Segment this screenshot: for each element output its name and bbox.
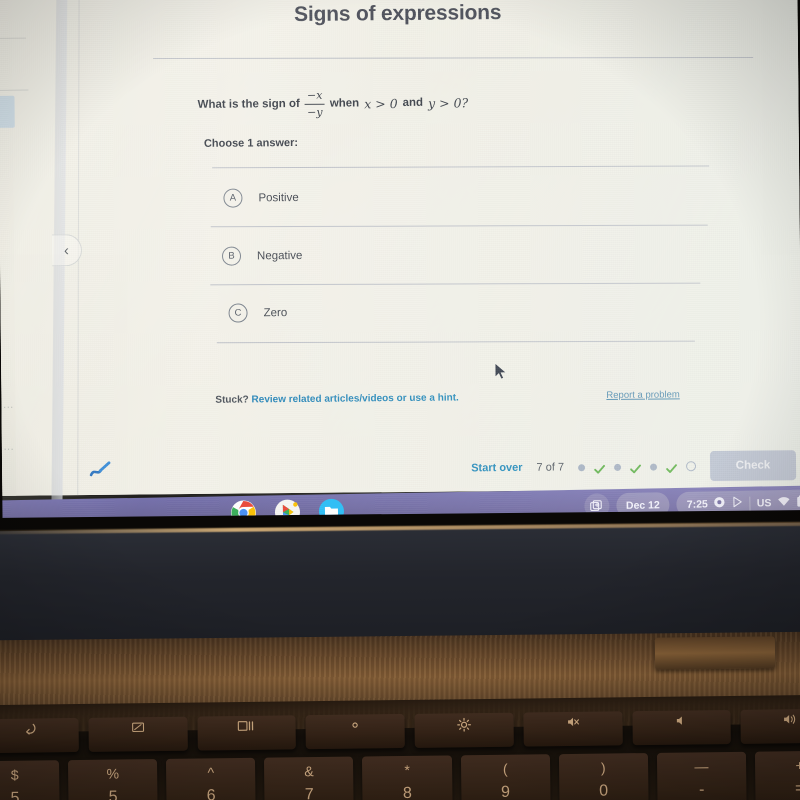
start-over-button[interactable]: Start over (471, 462, 522, 474)
key-6-symbol: ^ (207, 764, 215, 781)
fraction-bar (304, 103, 325, 105)
sync-icon (714, 496, 726, 511)
mouse-cursor (494, 362, 508, 382)
condition-two: y > 0? (427, 94, 469, 111)
check-button[interactable]: Check (709, 450, 797, 482)
battery-icon (796, 494, 800, 510)
hinge-housing (654, 636, 776, 670)
progress-check-4 (630, 461, 641, 473)
volume-up-key[interactable] (740, 708, 800, 744)
choice-letter-b: B (221, 246, 242, 266)
key-4[interactable]: $ 5 (0, 760, 60, 800)
key-0[interactable]: ) 0 (558, 753, 649, 800)
fullscreen-key[interactable] (88, 716, 188, 752)
stuck-row: Stuck? Review related articles/videos or… (215, 392, 459, 405)
choice-text-a: Positive (258, 191, 299, 204)
key-minus-number: - (698, 781, 705, 799)
fraction-denominator: −y (307, 105, 323, 119)
physical-keyboard: $ 5 % 5 ^ 6 & 7 * 8 ( 9) 0 — - + = (0, 694, 800, 800)
key-7-symbol: & (304, 763, 314, 780)
chromebook-screen: ... ... ‹ Signs of expressions What is t… (0, 0, 800, 518)
back-key[interactable] (0, 717, 79, 754)
key-7-number: 7 (304, 786, 314, 800)
number-key-row: $ 5 % 5 ^ 6 & 7 * 8 ( 9) 0 — - + = (0, 750, 800, 800)
overview-key[interactable] (196, 715, 297, 751)
choice-letter-a: A (223, 188, 243, 208)
laptop-photo: ... ... ‹ Signs of expressions What is t… (0, 0, 800, 800)
question-middle: when (329, 97, 360, 110)
question-prefix: What is the sign of (197, 98, 300, 111)
mute-key[interactable] (523, 711, 623, 747)
key-6[interactable]: ^ 6 (166, 757, 257, 800)
keyboard-layout-label: US (756, 496, 772, 510)
report-problem-link[interactable]: Report a problem (606, 389, 680, 401)
system-tray: Dec 12 7:25 US (583, 489, 800, 518)
tray-date-label: Dec 12 (625, 498, 660, 512)
key-8-number: 8 (402, 784, 412, 800)
question-prompt: What is the sign of −x −y when x > 0 and… (197, 88, 469, 119)
key-equals-number: = (795, 780, 800, 798)
sidebar-active-highlight[interactable] (0, 95, 15, 128)
stuck-label: Stuck? (215, 394, 249, 406)
choice-letter-c: C (228, 303, 248, 323)
shelf-app-icons (230, 498, 344, 518)
page-background (0, 0, 800, 496)
key-8[interactable]: * 8 (362, 755, 453, 800)
key-8-symbol: * (404, 761, 410, 779)
key-0-number: 0 (599, 782, 609, 800)
key-equals-symbol: + (795, 757, 800, 774)
tray-separator (749, 496, 751, 511)
brightness-down-key[interactable] (305, 714, 405, 750)
rail-dots-lower: ... (3, 441, 15, 452)
chevron-left-icon: ‹ (63, 241, 70, 259)
question-conjunction: and (402, 96, 424, 110)
volume-down-key[interactable] (631, 710, 732, 746)
new-desk-icon[interactable] (583, 493, 610, 518)
key-9-symbol: ( (502, 760, 508, 777)
key-7[interactable]: & 7 (264, 756, 355, 800)
tray-status-area[interactable]: 7:25 US (676, 489, 800, 518)
key-6-number: 6 (206, 787, 216, 800)
progress-dot-1 (578, 463, 586, 471)
key-equals[interactable]: + = (754, 750, 800, 800)
progress-dot-3 (614, 463, 622, 471)
files-app-icon[interactable] (318, 498, 344, 518)
play-protect-icon (732, 496, 744, 511)
answer-choice-a[interactable]: A Positive (223, 188, 299, 208)
wifi-icon (777, 495, 790, 509)
key-0-symbol: ) (600, 759, 606, 776)
tray-date[interactable]: Dec 12 (615, 492, 671, 518)
key-9-number: 9 (500, 783, 511, 800)
key-4-number: 5 (10, 789, 20, 800)
answer-choice-b[interactable]: B Negative (221, 246, 303, 266)
progress-check-6 (666, 461, 677, 473)
key-9[interactable]: ( 9 (460, 754, 551, 800)
key-5-symbol: % (106, 765, 120, 782)
choose-answer-label: Choose 1 answer: (203, 136, 299, 150)
key-5[interactable]: % 5 (68, 759, 158, 800)
key-minus-symbol: — (694, 758, 709, 775)
progress-dots (578, 461, 697, 474)
progress-open-circle-7 (686, 461, 697, 472)
tray-time-label: 7:25 (686, 497, 708, 511)
hint-link[interactable]: Review related articles/videos or use a … (251, 392, 458, 405)
progress-count-label: 7 of 7 (536, 461, 565, 474)
play-store-app-icon[interactable] (274, 499, 300, 518)
choice-text-c: Zero (263, 306, 288, 319)
answer-choice-c[interactable]: C Zero (228, 303, 287, 323)
fraction-numerator: −x (306, 88, 323, 102)
progress-dot-5 (650, 463, 658, 471)
screen-bezel (0, 522, 800, 647)
key-minus[interactable]: — - (656, 751, 747, 800)
progress-check-2 (594, 462, 605, 474)
fraction-math: −x −y (304, 88, 325, 119)
brightness-up-key[interactable] (414, 712, 514, 748)
chrome-app-icon[interactable] (230, 500, 256, 518)
browser-page: ... ... ‹ Signs of expressions What is t… (0, 0, 800, 508)
choice-text-b: Negative (256, 249, 303, 262)
key-4-symbol: $ (10, 766, 19, 783)
key-5-number: 5 (108, 788, 118, 800)
condition-one: x > 0 (364, 95, 398, 111)
rail-dots-upper: ... (3, 399, 14, 410)
